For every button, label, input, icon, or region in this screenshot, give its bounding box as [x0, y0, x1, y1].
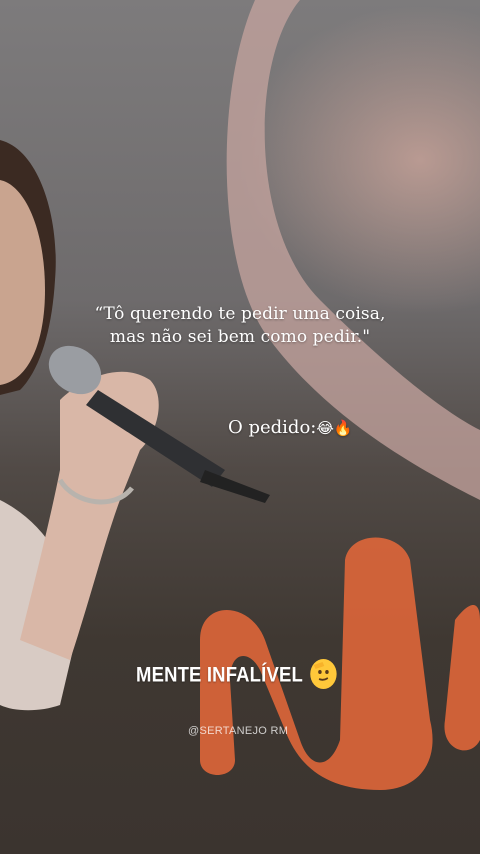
laughing-fire-emoji: 😂🔥: [316, 419, 353, 437]
quote-line-1: “Tô querendo te pedir uma coisa,: [94, 304, 386, 324]
video-frame: “Tô querendo te pedir uma coisa, mas não…: [0, 0, 480, 854]
request-caption: O pedido:😂🔥: [228, 417, 353, 438]
performer-arm: [20, 371, 159, 660]
title-caption: MENTE INFALÍVEL: [136, 659, 337, 691]
quote-caption: “Tô querendo te pedir uma coisa, mas não…: [0, 303, 480, 349]
watermark: @SERTANEJO RM: [188, 725, 289, 737]
title-text: MENTE INFALÍVEL: [136, 663, 303, 687]
saluting-face-icon: [309, 659, 337, 689]
background-orange-letter-2: [444, 605, 480, 751]
quote-line-2: mas não sei bem como pedir.": [109, 327, 371, 347]
request-text: O pedido:: [228, 417, 317, 438]
